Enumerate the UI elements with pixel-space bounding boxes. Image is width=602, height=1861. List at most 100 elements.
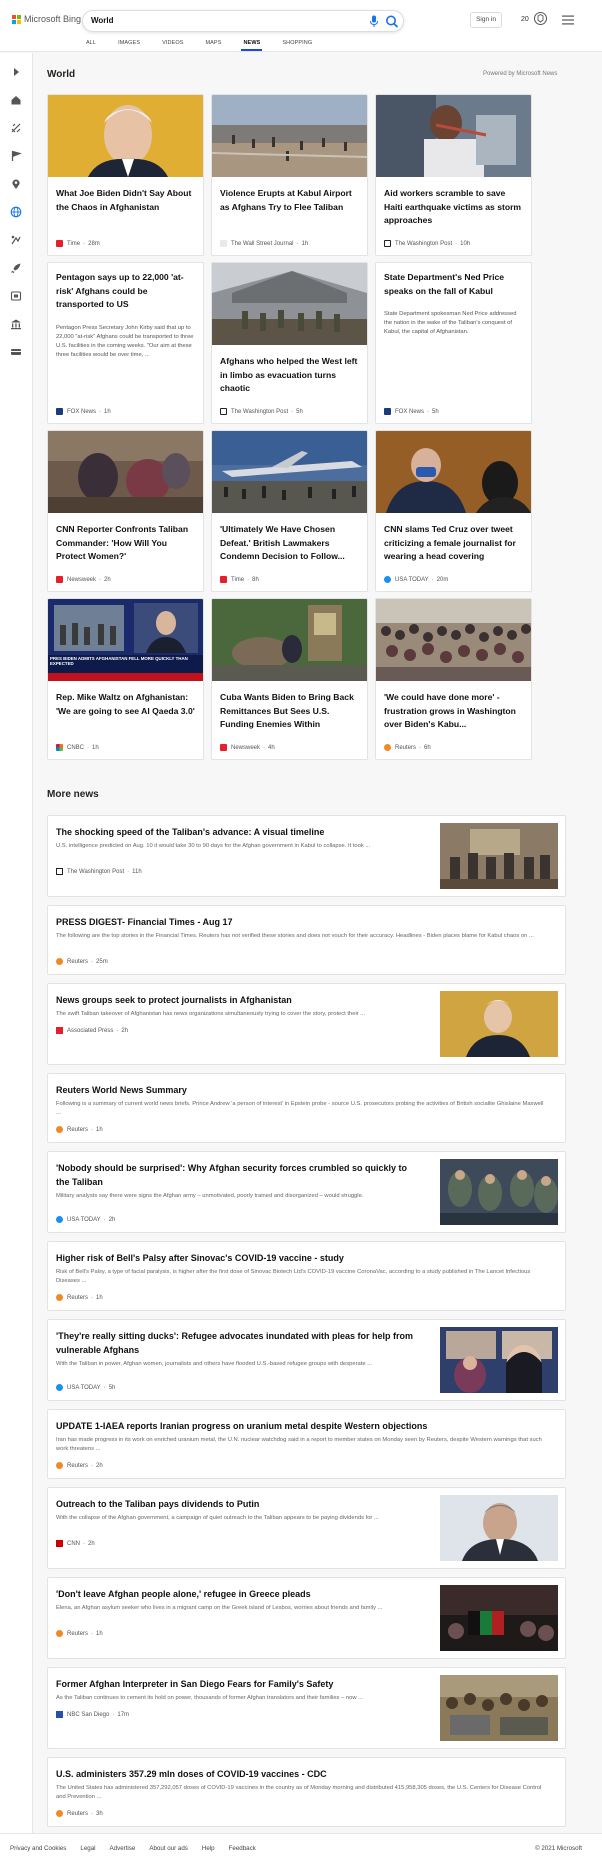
news-list-item[interactable]: PRESS DIGEST- Financial Times - Aug 17 T…	[47, 905, 566, 975]
news-list-item[interactable]: Higher risk of Bell's Palsy after Sinova…	[47, 1241, 566, 1311]
card-title[interactable]: CNN Reporter Confronts Taliban Commander…	[56, 523, 196, 564]
list-item-title[interactable]: Reuters World News Summary	[56, 1083, 556, 1097]
tab-shopping[interactable]: SHOPPING	[282, 40, 312, 46]
list-item-title[interactable]: Former Afghan Interpreter in San Diego F…	[56, 1677, 416, 1691]
card-title[interactable]: Cuba Wants Biden to Bring Back Remittanc…	[220, 691, 360, 732]
reuters-logo-icon	[56, 1126, 63, 1133]
news-card[interactable]: Pentagon says up to 22,000 'at-risk' Afg…	[47, 262, 204, 424]
bank-icon[interactable]	[10, 318, 22, 330]
news-card[interactable]: CNN slams Ted Cruz over tweet criticizin…	[375, 430, 532, 592]
list-item-title[interactable]: 'Nobody should be surprised': Why Afghan…	[56, 1161, 416, 1189]
flag-icon[interactable]	[10, 150, 22, 162]
reuters-logo-icon	[56, 1294, 63, 1301]
news-card[interactable]: Cuba Wants Biden to Bring Back Remittanc…	[211, 598, 368, 760]
news-card[interactable]: 'Ultimately We Have Chosen Defeat.' Brit…	[211, 430, 368, 592]
bing-logo[interactable]: Microsoft Bing	[12, 14, 81, 24]
list-item-title[interactable]: Higher risk of Bell's Palsy after Sinova…	[56, 1251, 556, 1265]
card-source: FOX News · 5h	[384, 408, 439, 415]
section-title-world: World	[47, 69, 76, 80]
video-banner-text: PRES BIDEN ADMITS AFGHANISTAN FELL MORE …	[50, 656, 188, 667]
card-title[interactable]: CNN slams Ted Cruz over tweet criticizin…	[384, 523, 524, 564]
list-item-source: Reuters · 25m	[56, 958, 108, 965]
tab-news[interactable]: NEWS	[241, 40, 263, 51]
news-list-item[interactable]: U.S. administers 357.29 mln doses of COV…	[47, 1757, 566, 1827]
article-thumbnail	[440, 1675, 558, 1741]
card-title[interactable]: Violence Erupts at Kabul Airport as Afgh…	[220, 187, 360, 214]
page-footer: Privacy and Cookies Legal Advertise Abou…	[0, 1833, 602, 1861]
news-card[interactable]: What Joe Biden Didn't Say About the Chao…	[47, 94, 204, 256]
list-item-title[interactable]: UPDATE 1-IAEA reports Iranian progress o…	[56, 1419, 556, 1433]
list-item-title[interactable]: 'Don't leave Afghan people alone,' refug…	[56, 1587, 416, 1601]
rewards-count[interactable]: 20	[521, 16, 529, 23]
article-image	[212, 599, 367, 681]
card-title[interactable]: What Joe Biden Didn't Say About the Chao…	[56, 187, 196, 214]
news-list-item[interactable]: 'Don't leave Afghan people alone,' refug…	[47, 1577, 566, 1659]
card-title[interactable]: 'Ultimately We Have Chosen Defeat.' Brit…	[220, 523, 360, 564]
list-item-title[interactable]: 'They're really sitting ducks': Refugee …	[56, 1329, 416, 1357]
location-pin-icon[interactable]	[10, 178, 22, 190]
search-box[interactable]: World	[82, 10, 404, 32]
card-title[interactable]: State Department's Ned Price speaks on t…	[384, 271, 524, 298]
news-list-item[interactable]: Former Afghan Interpreter in San Diego F…	[47, 1667, 566, 1749]
powered-by-text[interactable]: Powered by Microsoft News	[483, 71, 557, 77]
footer-link-about-ads[interactable]: About our ads	[149, 1845, 188, 1852]
news-card[interactable]: State Department's Ned Price speaks on t…	[375, 262, 532, 424]
list-item-title[interactable]: News groups seek to protect journalists …	[56, 993, 416, 1007]
list-item-source: Reuters · 1h	[56, 1294, 103, 1301]
list-item-title[interactable]: PRESS DIGEST- Financial Times - Aug 17	[56, 915, 556, 929]
news-card[interactable]: Violence Erupts at Kabul Airport as Afgh…	[211, 94, 368, 256]
cnbc-logo-icon	[56, 744, 63, 751]
search-input[interactable]: World	[91, 16, 114, 25]
card-title[interactable]: 'We could have done more' - frustration …	[384, 691, 524, 732]
news-card[interactable]: 'We could have done more' - frustration …	[375, 598, 532, 760]
news-card[interactable]: PRES BIDEN ADMITS AFGHANISTAN FELL MORE …	[47, 598, 204, 760]
news-list-item[interactable]: Reuters World News Summary Following is …	[47, 1073, 566, 1143]
article-thumbnail	[440, 1327, 558, 1393]
list-item-title[interactable]: The shocking speed of the Taliban's adva…	[56, 825, 416, 839]
microsoft-logo-icon	[12, 14, 21, 24]
footer-link-help[interactable]: Help	[202, 1845, 215, 1852]
list-item-title[interactable]: Outreach to the Taliban pays dividends t…	[56, 1497, 416, 1511]
news-list-item[interactable]: 'They're really sitting ducks': Refugee …	[47, 1319, 566, 1401]
footer-link-advertise[interactable]: Advertise	[110, 1845, 136, 1852]
news-card[interactable]: Afghans who helped the West left in limb…	[211, 262, 368, 424]
entertainment-icon[interactable]	[10, 290, 22, 302]
news-list-item[interactable]: News groups seek to protect journalists …	[47, 983, 566, 1065]
tab-all[interactable]: ALL	[86, 40, 96, 46]
card-title[interactable]: Aid workers scramble to save Haiti earth…	[384, 187, 524, 228]
sports-icon[interactable]	[10, 122, 22, 134]
list-item-source: USA TODAY · 2h	[56, 1216, 115, 1223]
search-icon[interactable]	[381, 12, 403, 31]
tab-images[interactable]: IMAGES	[118, 40, 140, 46]
news-list-item[interactable]: UPDATE 1-IAEA reports Iranian progress o…	[47, 1409, 566, 1479]
globe-icon[interactable]	[10, 206, 22, 218]
rocket-icon[interactable]	[10, 262, 22, 274]
card-title[interactable]: Afghans who helped the West left in limb…	[220, 355, 360, 396]
microphone-icon[interactable]	[369, 15, 379, 28]
sign-in-button[interactable]: Sign in	[470, 12, 502, 28]
footer-link-legal[interactable]: Legal	[80, 1845, 95, 1852]
card-title[interactable]: Pentagon says up to 22,000 'at-risk' Afg…	[56, 271, 196, 312]
home-icon[interactable]	[10, 94, 22, 106]
list-item-title[interactable]: U.S. administers 357.29 mln doses of COV…	[56, 1767, 556, 1781]
card-title[interactable]: Rep. Mike Waltz on Afghanistan: 'We are …	[56, 691, 196, 718]
card-source: The Washington Post · 10h	[384, 240, 470, 247]
expand-arrow-icon[interactable]	[10, 66, 22, 78]
news-card[interactable]: CNN Reporter Confronts Taliban Commander…	[47, 430, 204, 592]
footer-link-privacy[interactable]: Privacy and Cookies	[10, 1845, 66, 1852]
list-item-source: Reuters · 1h	[56, 1126, 103, 1133]
rewards-icon[interactable]	[533, 11, 548, 26]
tab-videos[interactable]: VIDEOS	[162, 40, 183, 46]
cnn-logo-icon	[56, 1540, 63, 1547]
footer-link-feedback[interactable]: Feedback	[229, 1845, 256, 1852]
news-list-item[interactable]: 'Nobody should be surprised': Why Afghan…	[47, 1151, 566, 1233]
list-item-description: The swift Taliban takeover of Afghanista…	[56, 1011, 366, 1017]
card-description: Pentagon Press Secretary John Kirby said…	[56, 325, 194, 358]
car-icon[interactable]	[10, 346, 22, 358]
tab-maps[interactable]: MAPS	[205, 40, 221, 46]
hamburger-menu-icon[interactable]	[562, 15, 574, 25]
news-list-item[interactable]: Outreach to the Taliban pays dividends t…	[47, 1487, 566, 1569]
business-icon[interactable]	[10, 234, 22, 246]
news-card[interactable]: Aid workers scramble to save Haiti earth…	[375, 94, 532, 256]
news-list-item[interactable]: The shocking speed of the Taliban's adva…	[47, 815, 566, 897]
